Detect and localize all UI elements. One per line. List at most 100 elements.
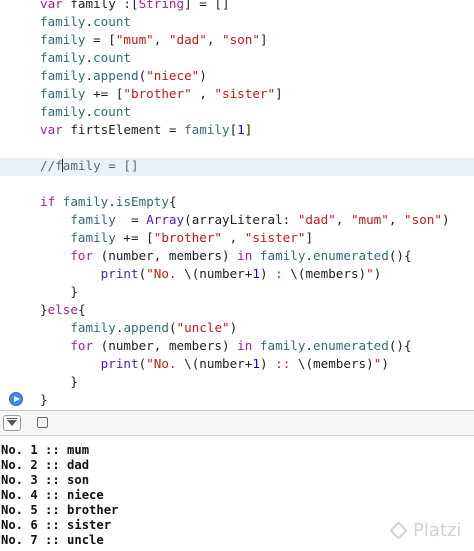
code-token: family [40,32,86,47]
console-line: No. 5 :: brother [1,503,119,517]
code-token: enumerated [313,248,389,263]
code-token: . [108,194,116,209]
code-line[interactable]: family = ["mum", "dad", "son"] [40,31,268,49]
code-line[interactable]: family.append("niece") [40,67,207,85]
code-token: 1 [237,122,245,137]
code-token: "sister" [244,230,306,245]
console-line: No. 4 :: niece [1,488,104,502]
code-token: 1 [252,266,260,281]
code-token: . [85,104,94,119]
code-line[interactable]: if family.isEmpty{ [40,193,177,211]
code-token: } [40,302,48,317]
code-token: += [ [115,230,154,245]
code-token: "dad" [168,32,207,47]
code-editor[interactable]: var family :[String] = [] family.count fam… [0,0,474,410]
code-token: \(number+ [184,266,253,281]
code-line[interactable]: var family :[String] = [] [40,0,230,13]
code-token: enumerated [313,338,389,353]
code-token: ] = [] [184,0,230,11]
code-token: count [93,14,132,29]
code-token: = [115,212,147,227]
code-token: var [40,122,63,137]
code-token: "sister" [214,86,276,101]
code-token: "dad" [297,212,336,227]
code-token: "brother" [153,230,223,245]
code-line[interactable]: for (number, members) in family.enumerat… [40,337,411,355]
code-token: print [100,356,139,371]
code-line[interactable]: family += ["brother" , "sister"] [40,229,313,247]
code-token: amily = [] [62,158,139,173]
code-token: family [40,14,86,29]
hide-debug-area-icon[interactable] [3,415,21,431]
code-line[interactable]: } [40,391,48,409]
code-token: in [237,338,253,353]
code-token: append [123,320,169,335]
code-token: family [40,50,86,65]
code-token: if [40,194,56,209]
code-token: else [47,302,78,317]
debug-toolbar [0,410,474,436]
code-token: ] [275,86,283,101]
code-token: count [93,50,132,65]
code-token: } [40,284,78,299]
code-token: family [259,248,306,263]
square-icon[interactable] [37,417,48,428]
code-token: (number, members) [93,338,238,353]
code-line[interactable]: //family = [] [40,157,139,175]
code-token: :: [267,356,298,371]
code-token: "uncle" [176,320,230,335]
code-token: in [237,248,253,263]
code-line[interactable]: family += ["brother" , "sister"] [40,85,283,103]
code-line[interactable]: family.append("uncle") [40,319,237,337]
code-token: "mum" [350,212,389,227]
code-token: family :[ [62,0,139,11]
code-token: firtsElement = [62,122,185,137]
code-token: family [40,68,86,83]
code-token: (){ [388,248,412,263]
code-token: . [305,248,314,263]
code-token: family [184,122,230,137]
code-token: { [168,194,177,209]
console-line: No. 3 :: son [1,473,90,487]
code-token: print [100,266,139,281]
code-token: , [335,212,351,227]
code-line[interactable]: print("No. \(number+1) :: \(members)") [40,355,389,373]
code-token: for [70,338,94,353]
code-line[interactable]: family.count [40,13,131,31]
code-token: ) [229,320,238,335]
code-line[interactable]: family.count [40,103,131,121]
code-token: } [40,374,78,389]
code-line[interactable]: family = Array(arrayLiteral: "dad", "mum… [40,211,450,229]
code-token: += [ [85,86,124,101]
code-token: isEmpty [115,194,169,209]
code-token: , [153,32,169,47]
code-token: ) [259,356,268,371]
code-token: family [70,230,116,245]
code-line[interactable]: var firtsElement = family[1] [40,121,252,139]
code-line[interactable]: family.count [40,49,131,67]
code-token: append [93,68,139,83]
code-token: ) [441,212,450,227]
code-token: : [267,266,291,281]
platzi-watermark: Platzi [389,519,462,543]
code-line[interactable]: } [40,373,78,391]
code-token: family [70,320,116,335]
code-token: "mum" [115,32,154,47]
code-line[interactable]: } [40,283,78,301]
code-line[interactable]: }else{ [40,301,86,319]
run-line-button[interactable] [9,392,23,406]
code-line[interactable]: print("No. \(number+1) : \(members)") [40,265,382,283]
watermark-text: Platzi [413,520,462,541]
code-token: = [ [85,32,116,47]
code-token: . [85,68,94,83]
code-token: (number, members) [93,248,238,263]
code-token: count [93,104,132,119]
code-token: , [191,86,215,101]
code-line[interactable]: for (number, members) in family.enumerat… [40,247,412,265]
